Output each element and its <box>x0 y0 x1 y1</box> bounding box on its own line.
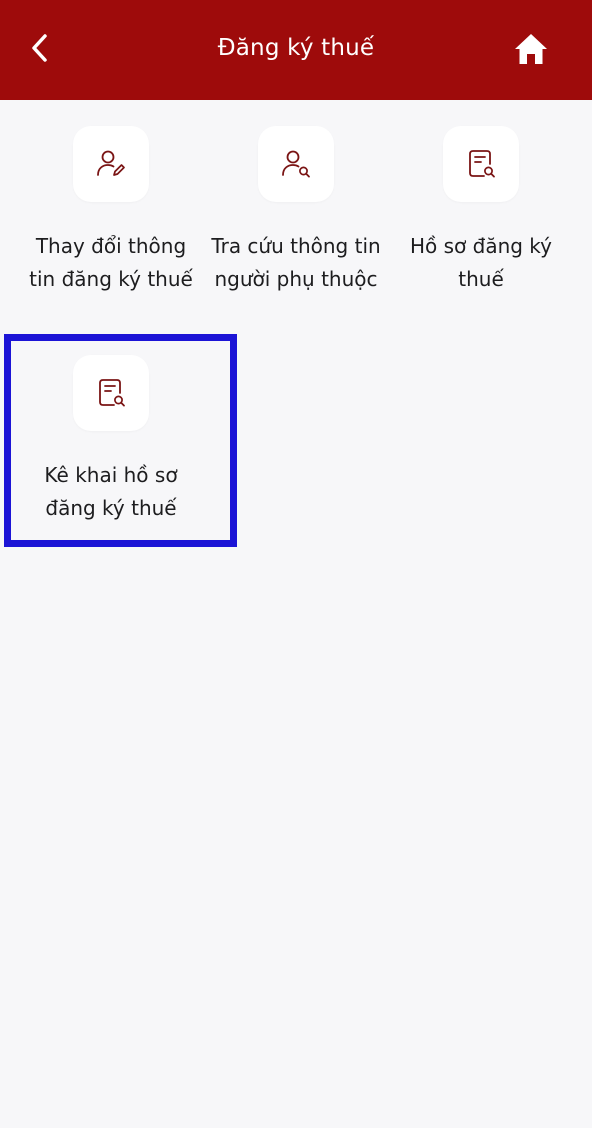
page-title: Đăng ký thuế <box>217 35 375 61</box>
document-search-icon <box>469 150 495 178</box>
tile-label: Tra cứu thông tin người phụ thuộc <box>211 234 381 291</box>
app-header: Đăng ký thuế <box>0 0 592 100</box>
home-icon <box>515 34 547 64</box>
home-button[interactable] <box>508 26 554 72</box>
back-button[interactable] <box>20 28 60 68</box>
tile-label: Thay đổi thông tin đăng ký thuế <box>29 234 193 291</box>
tile-icon-box <box>443 126 519 202</box>
tile-thay-doi-thong-tin[interactable]: Thay đổi thông tin đăng ký thuế <box>19 126 203 296</box>
highlight-box <box>4 334 237 547</box>
tile-label: Hồ sơ đăng ký thuế <box>409 234 553 291</box>
chevron-left-icon <box>32 34 47 62</box>
tile-tra-cuu-nguoi-phu-thuoc[interactable]: Tra cứu thông tin người phụ thuộc <box>204 126 388 296</box>
tile-icon-box <box>258 126 334 202</box>
user-edit-icon <box>97 150 125 176</box>
tile-icon-box <box>73 126 149 202</box>
tile-ho-so-dang-ky-thue[interactable]: Hồ sơ đăng ký thuế <box>389 126 573 296</box>
user-search-icon <box>282 150 310 178</box>
